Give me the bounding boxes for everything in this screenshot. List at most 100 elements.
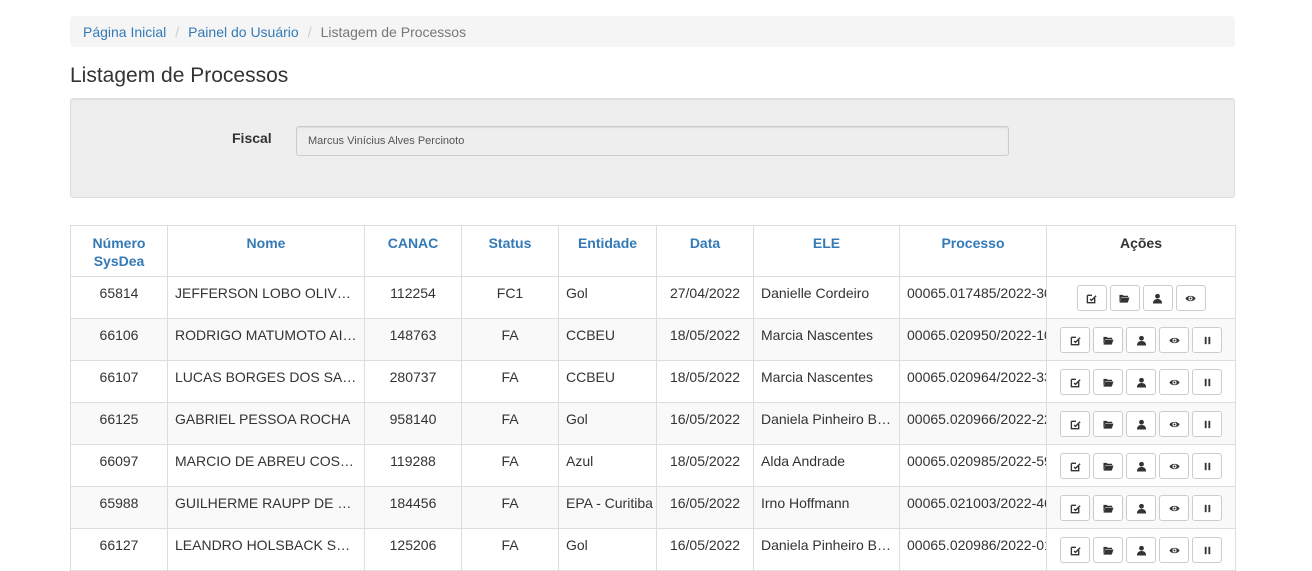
edit-icon [1070, 335, 1081, 346]
column-header-nome[interactable]: Nome [167, 225, 365, 277]
pause-button[interactable] [1192, 327, 1222, 353]
cell-ele: Daniela Pinheiro Bar... [753, 402, 900, 445]
fiscal-label: Fiscal [232, 130, 272, 146]
cell-numero: 66127 [70, 528, 168, 571]
cell-numero: 66125 [70, 402, 168, 445]
processes-table: Número SysDea Nome CANAC Status Entidade… [70, 225, 1236, 571]
folder-open-icon [1102, 503, 1114, 514]
pause-button[interactable] [1192, 411, 1222, 437]
view-button[interactable] [1159, 537, 1189, 563]
edit-icon [1070, 419, 1081, 430]
cell-status: FA [461, 402, 559, 445]
column-header-entidade[interactable]: Entidade [558, 225, 657, 277]
documents-button[interactable] [1093, 327, 1123, 353]
documents-button[interactable] [1109, 285, 1140, 311]
documents-button[interactable] [1093, 453, 1123, 479]
cell-acoes [1046, 276, 1236, 319]
column-header-status[interactable]: Status [461, 225, 559, 277]
column-header-numero[interactable]: Número SysDea [70, 225, 168, 277]
edit-button[interactable] [1060, 327, 1090, 353]
edit-button[interactable] [1076, 285, 1107, 311]
pause-button[interactable] [1192, 537, 1222, 563]
person-button[interactable] [1126, 327, 1156, 353]
edit-button[interactable] [1060, 369, 1090, 395]
fiscal-input[interactable] [296, 126, 1009, 156]
view-button[interactable] [1159, 453, 1189, 479]
breadcrumb-link-home[interactable]: Página Inicial [83, 24, 166, 40]
cell-canac: 184456 [364, 486, 462, 529]
folder-open-icon [1119, 293, 1130, 304]
cell-data: 27/04/2022 [656, 276, 754, 319]
cell-ele: Irno Hoffmann [753, 486, 900, 529]
edit-button[interactable] [1060, 453, 1090, 479]
pause-icon [1202, 419, 1213, 430]
cell-data: 18/05/2022 [656, 318, 754, 361]
row-actions [1054, 369, 1228, 395]
column-header-data[interactable]: Data [656, 225, 754, 277]
person-button[interactable] [1142, 285, 1173, 311]
cell-numero: 66107 [70, 360, 168, 403]
pause-icon [1202, 461, 1213, 472]
eye-icon [1168, 377, 1180, 388]
cell-canac: 280737 [364, 360, 462, 403]
cell-processo: 00065.020985/2022-59 [899, 444, 1047, 487]
cell-numero: 66106 [70, 318, 168, 361]
cell-canac: 112254 [364, 276, 462, 319]
folder-open-icon [1102, 377, 1114, 388]
cell-ele: Daniela Pinheiro Bar... [753, 528, 900, 571]
edit-icon [1086, 293, 1097, 304]
view-button[interactable] [1159, 327, 1189, 353]
cell-processo: 00065.017485/2022-30 [899, 276, 1047, 319]
edit-button[interactable] [1060, 411, 1090, 437]
pause-button[interactable] [1192, 453, 1222, 479]
column-header-processo[interactable]: Processo [899, 225, 1047, 277]
view-button[interactable] [1159, 369, 1189, 395]
cell-ele: Alda Andrade [753, 444, 900, 487]
cell-canac: 958140 [364, 402, 462, 445]
eye-icon [1168, 461, 1180, 472]
folder-open-icon [1102, 545, 1114, 556]
cell-data: 16/05/2022 [656, 402, 754, 445]
column-header-canac[interactable]: CANAC [364, 225, 462, 277]
folder-open-icon [1102, 419, 1114, 430]
documents-button[interactable] [1093, 495, 1123, 521]
breadcrumb: Página Inicial / Painel do Usuário / Lis… [70, 16, 1235, 47]
pause-button[interactable] [1192, 495, 1222, 521]
cell-status: FA [461, 444, 559, 487]
person-button[interactable] [1126, 369, 1156, 395]
cell-nome: JEFFERSON LOBO OLIVE... [167, 276, 365, 319]
documents-button[interactable] [1093, 537, 1123, 563]
cell-ele: Marcia Nascentes [753, 360, 900, 403]
cell-processo: 00065.020964/2022-33 [899, 360, 1047, 403]
pause-button[interactable] [1192, 369, 1222, 395]
row-actions [1054, 411, 1228, 437]
cell-entidade: Gol [558, 402, 657, 445]
documents-button[interactable] [1093, 369, 1123, 395]
cell-processo: 00065.021003/2022-46 [899, 486, 1047, 529]
eye-icon [1168, 335, 1180, 346]
documents-button[interactable] [1093, 411, 1123, 437]
cell-canac: 119288 [364, 444, 462, 487]
user-icon [1136, 377, 1147, 388]
edit-button[interactable] [1060, 495, 1090, 521]
view-button[interactable] [1159, 495, 1189, 521]
person-button[interactable] [1126, 411, 1156, 437]
breadcrumb-link-user-panel[interactable]: Painel do Usuário [188, 24, 299, 40]
edit-button[interactable] [1060, 537, 1090, 563]
cell-acoes [1046, 528, 1236, 571]
eye-icon [1168, 503, 1180, 514]
row-actions [1054, 285, 1228, 311]
cell-acoes [1046, 360, 1236, 403]
cell-numero: 65988 [70, 486, 168, 529]
view-button[interactable] [1175, 285, 1206, 311]
person-button[interactable] [1126, 537, 1156, 563]
person-button[interactable] [1126, 453, 1156, 479]
pause-icon [1202, 503, 1213, 514]
column-header-ele[interactable]: ELE [753, 225, 900, 277]
cell-processo: 00065.020966/2022-22 [899, 402, 1047, 445]
pause-icon [1202, 377, 1213, 388]
person-button[interactable] [1126, 495, 1156, 521]
view-button[interactable] [1159, 411, 1189, 437]
cell-ele: Marcia Nascentes [753, 318, 900, 361]
edit-icon [1070, 377, 1081, 388]
